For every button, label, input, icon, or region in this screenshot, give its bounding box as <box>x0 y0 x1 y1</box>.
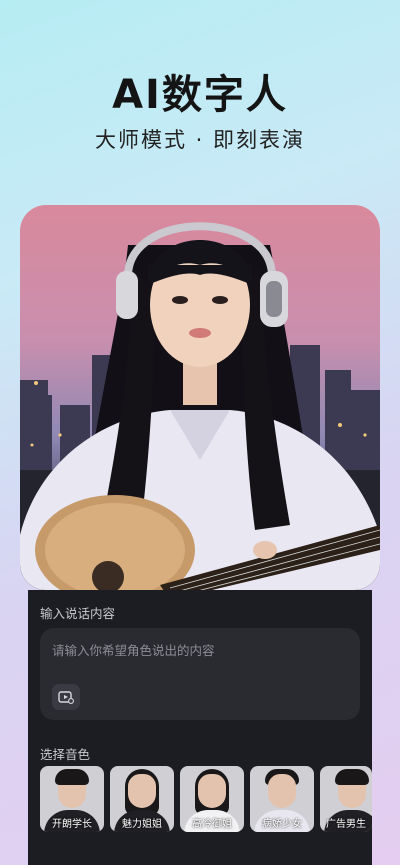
voice-option-label: 广告男生 <box>326 819 366 830</box>
speech-input-label: 输入说话内容 <box>40 606 116 621</box>
voice-option-0[interactable]: 开朗学长 <box>40 766 104 832</box>
voice-option-3[interactable]: 病娇少女 <box>250 766 314 832</box>
video-upload-icon <box>58 691 74 704</box>
voice-option-label: 开朗学长 <box>52 819 92 830</box>
voice-option-label: 高冷御姐 <box>192 819 232 830</box>
avatar-illustration <box>20 222 380 590</box>
speech-input-placeholder: 请输入你希望角色说出的内容 <box>52 643 215 658</box>
page-title: AI数字人 <box>112 72 288 118</box>
voice-select-label: 选择音色 <box>40 747 91 762</box>
avatar-preview-image <box>20 205 380 590</box>
voice-option-2[interactable]: 高冷御姐 <box>180 766 244 832</box>
voice-option-label: 病娇少女 <box>262 819 302 830</box>
voice-avatar <box>198 774 226 808</box>
voice-avatar-hair <box>335 769 369 785</box>
voice-list: 开朗学长 魅力姐姐 高冷御姐 病娇少女 广告男生 <box>40 766 372 832</box>
voice-avatar <box>128 774 156 808</box>
voice-avatar <box>268 774 296 808</box>
voice-avatar-hair <box>55 769 89 785</box>
video-upload-button[interactable] <box>52 684 80 710</box>
voice-option-1[interactable]: 魅力姐姐 <box>110 766 174 832</box>
speech-input-field[interactable]: 请输入你希望角色说出的内容 <box>40 628 360 720</box>
page-subtitle: 大师模式 · 即刻表演 <box>94 128 306 152</box>
voice-option-label: 魅力姐姐 <box>122 819 162 830</box>
voice-option-4[interactable]: 广告男生 <box>320 766 372 832</box>
